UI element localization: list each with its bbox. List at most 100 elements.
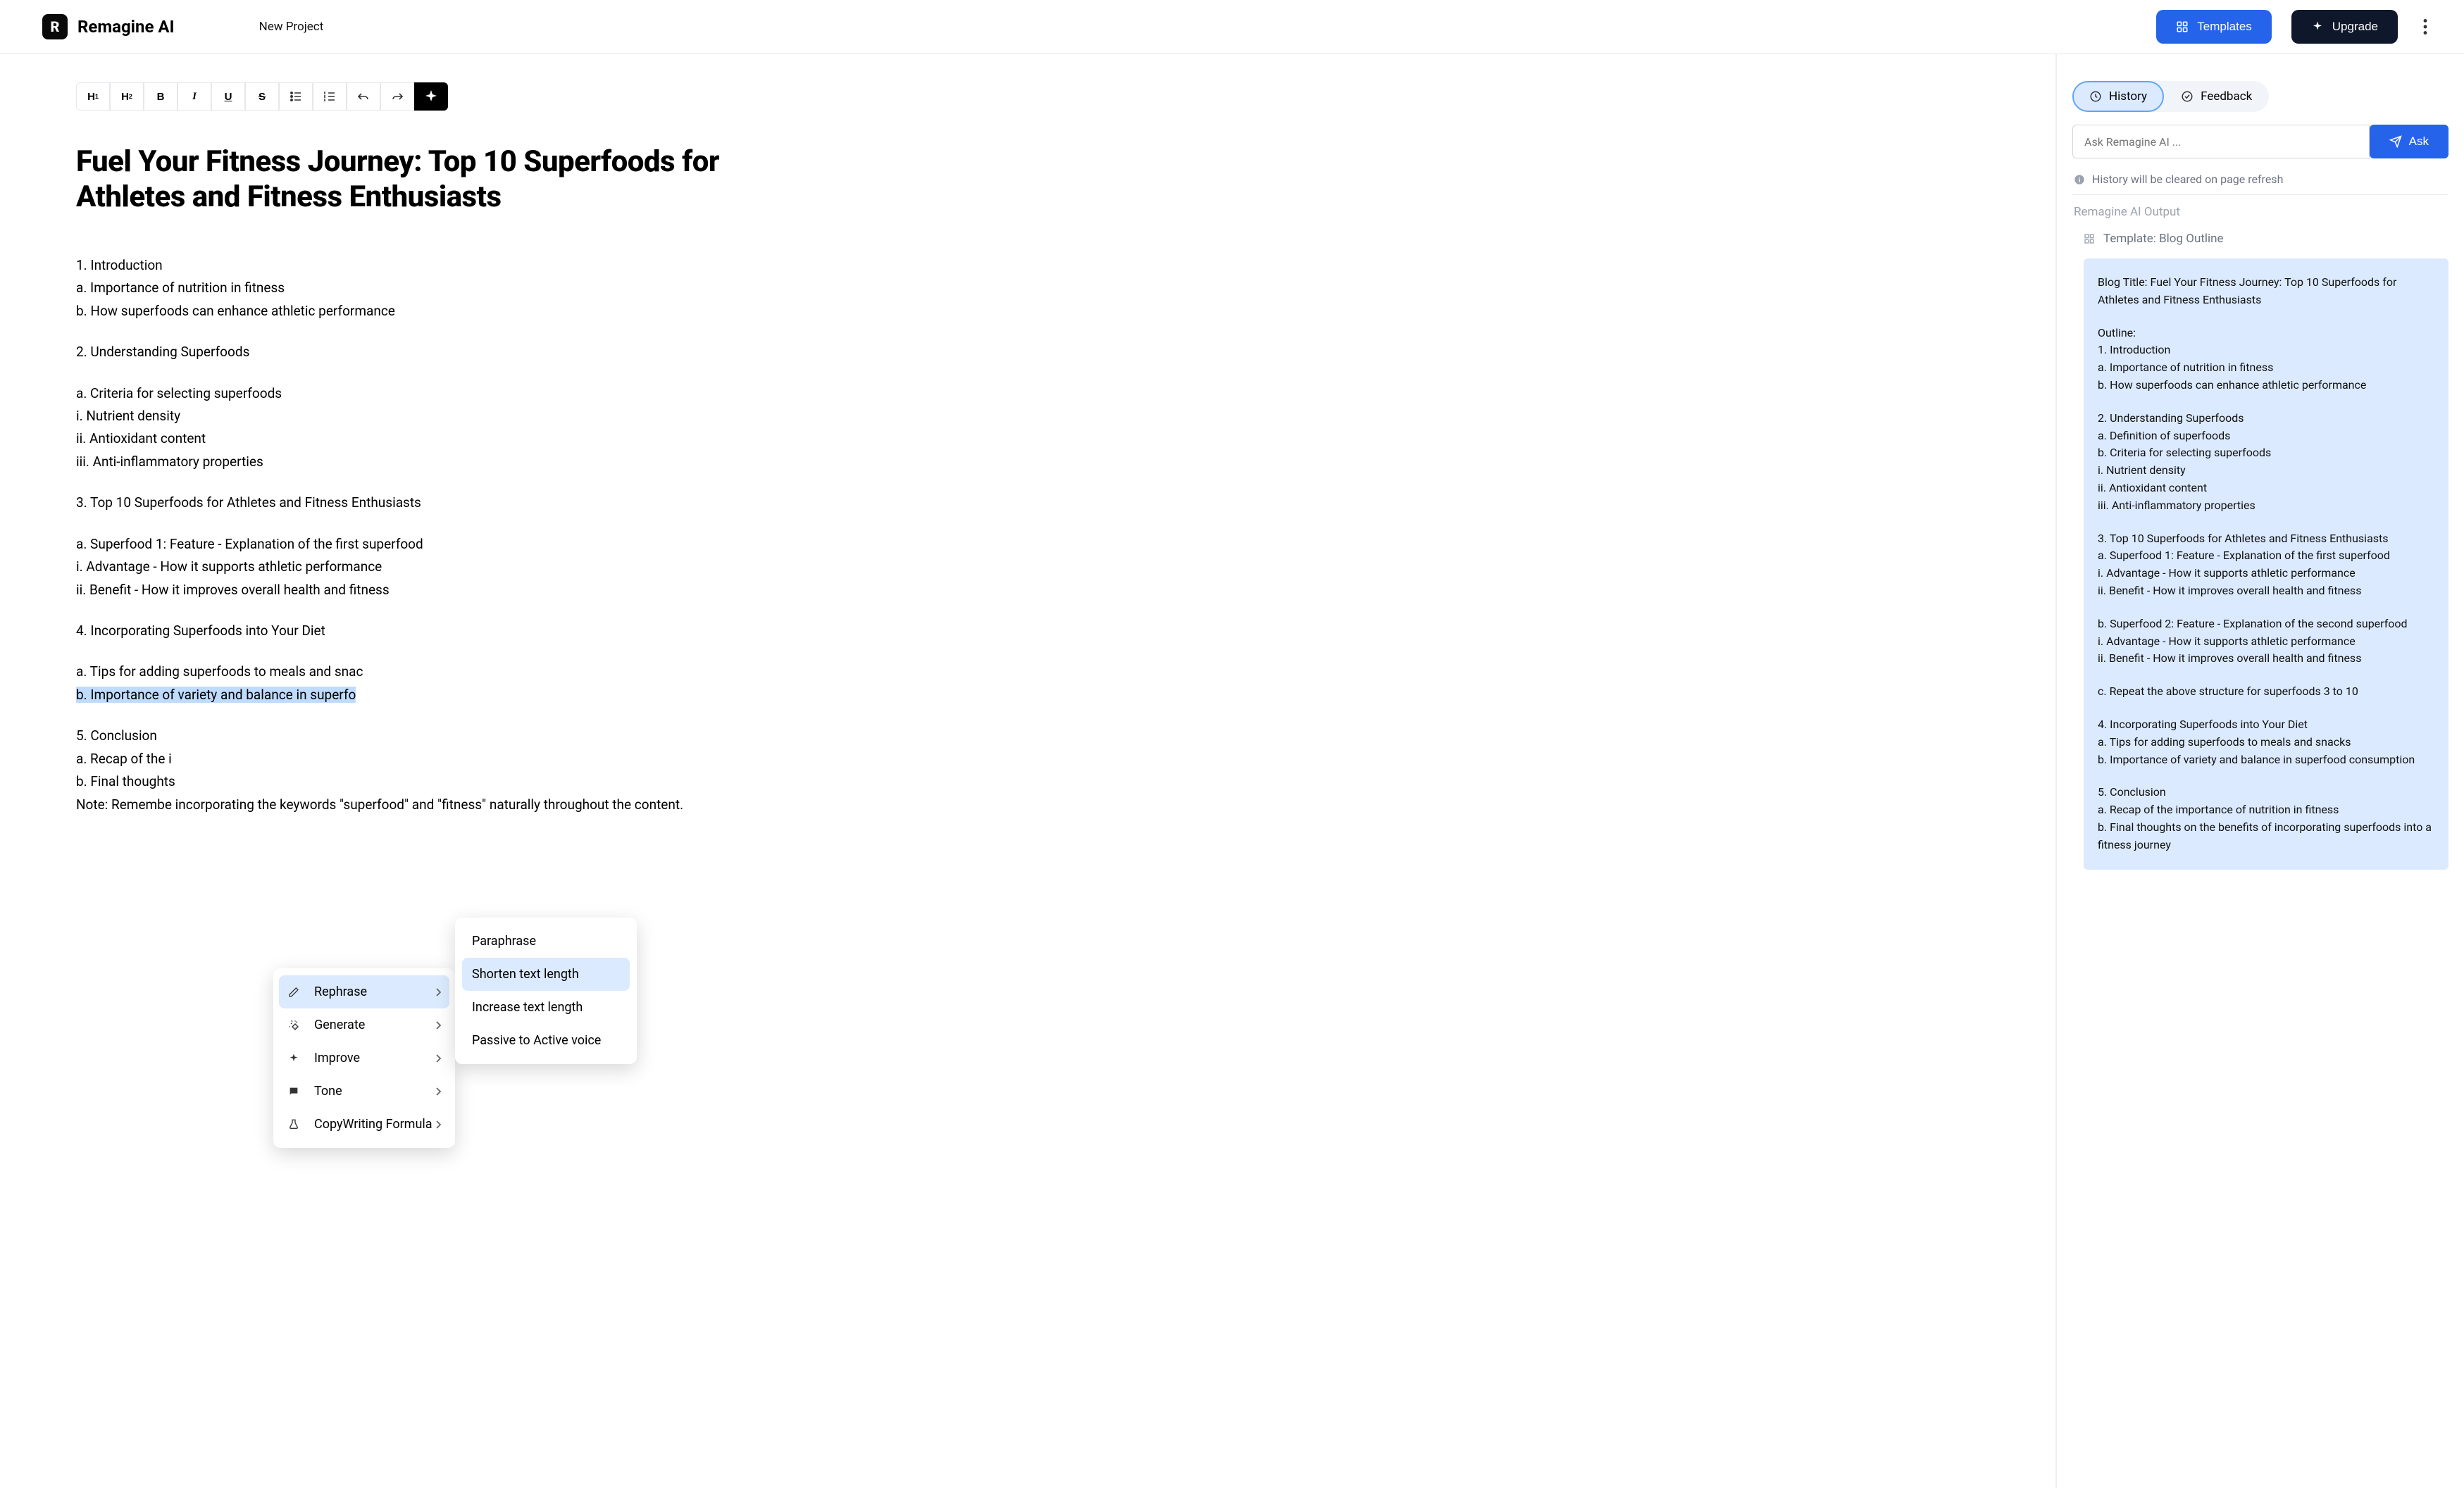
doc-line[interactable]: a. Criteria for selecting superfoods [76,383,816,404]
check-circle-icon [2181,90,2194,103]
submenu-paraphrase[interactable]: Paraphrase [462,925,630,958]
chevron-right-icon [435,1120,441,1129]
submenu-shorten[interactable]: Shorten text length [462,958,630,991]
header-left: R Remagine AI New Project [42,14,323,39]
context-label: Improve [314,1051,360,1065]
main: H1 H2 B I U S Fuel Your Fitness Journey:… [0,54,2464,1488]
doc-line[interactable]: a. Recap of the i [76,749,816,769]
doc-line[interactable]: b. How superfoods can enhance athletic p… [76,301,816,321]
send-icon [2389,135,2402,148]
submenu-increase[interactable]: Increase text length [462,991,630,1024]
doc-line[interactable]: a. Importance of nutrition in fitness [76,277,816,298]
output-line: ii. Antioxidant content [2098,480,2434,497]
doc-line[interactable]: ii. Antioxidant content [76,428,816,449]
bullet-list-button[interactable] [279,82,313,111]
doc-line[interactable]: Note: Remembe incorporating the keywords… [76,794,816,815]
strike-button[interactable]: S [245,82,279,111]
flask-icon [287,1119,300,1130]
output-line: i. Advantage - How it supports athletic … [2098,633,2434,651]
output-line: b. Superfood 2: Feature - Explanation of… [2098,615,2434,633]
template-row: Template: Blog Outline [2084,232,2449,246]
pencil-icon [287,987,300,998]
context-label: Rephrase [314,984,367,999]
context-generate[interactable]: Generate [273,1008,455,1042]
h2-button[interactable]: H2 [110,82,144,111]
upgrade-button[interactable]: Upgrade [2291,10,2398,44]
ai-button[interactable] [414,82,448,111]
upgrade-label: Upgrade [2332,20,2378,34]
output-line: a. Definition of superfoods [2098,427,2434,445]
output-line: b. How superfoods can enhance athletic p… [2098,377,2434,394]
templates-label: Templates [2197,20,2251,34]
project-name[interactable]: New Project [259,20,324,34]
bold-button[interactable]: B [144,82,178,111]
sparkle-icon [2311,20,2324,33]
output-line: a. Superfood 1: Feature - Explanation of… [2098,547,2434,565]
output-line: i. Nutrient density [2098,462,2434,480]
sidebar: History Feedback Ask i History will be c… [2055,54,2464,1488]
doc-line[interactable]: ii. Benefit - How it improves overall he… [76,580,816,600]
context-rephrase[interactable]: Rephrase [279,975,449,1008]
output-line: 3. Top 10 Superfoods for Athletes and Fi… [2098,530,2434,548]
doc-line[interactable]: b. Final thoughts [76,771,816,792]
logo-icon: R [42,14,68,39]
italic-button[interactable]: I [178,82,211,111]
output-line: 5. Conclusion [2098,784,2434,801]
chevron-right-icon [435,988,441,996]
more-menu-icon[interactable] [2418,19,2433,35]
ask-button[interactable]: Ask [2370,125,2449,158]
context-label: Tone [314,1084,342,1099]
context-label: Generate [314,1018,365,1032]
doc-line[interactable]: i. Nutrient density [76,406,816,426]
output-label: Remagine AI Output [2072,194,2449,232]
output-line: a. Recap of the importance of nutrition … [2098,801,2434,819]
grid-icon [2176,20,2189,33]
output-line: b. Final thoughts on the benefits of inc… [2098,819,2434,854]
ask-input[interactable] [2072,125,2370,158]
chevron-right-icon [435,1054,441,1063]
history-note: i History will be cleared on page refres… [2072,173,2449,186]
output-line: c. Repeat the above structure for superf… [2098,683,2434,701]
tab-label: History [2109,89,2147,104]
doc-line[interactable]: a. Tips for adding superfoods to meals a… [76,661,816,682]
context-improve[interactable]: Improve [273,1042,455,1075]
editor-panel: H1 H2 B I U S Fuel Your Fitness Journey:… [0,54,2055,1488]
chevron-right-icon [435,1021,441,1030]
output-line: Blog Title: Fuel Your Fitness Journey: T… [2098,274,2434,309]
header-right: Templates Upgrade [2156,10,2433,44]
logo[interactable]: R Remagine AI [42,14,175,39]
output-line: 1. Introduction [2098,342,2434,359]
output-content[interactable]: Blog Title: Fuel Your Fitness Journey: T… [2084,258,2449,870]
output-line: ii. Benefit - How it improves overall he… [2098,582,2434,600]
output-card: Template: Blog Outline Blog Title: Fuel … [2072,232,2449,884]
ask-label: Ask [2409,135,2429,149]
doc-line[interactable]: a. Superfood 1: Feature - Explanation of… [76,534,816,554]
tab-feedback[interactable]: Feedback [2164,81,2269,112]
doc-line[interactable]: 3. Top 10 Superfoods for Athletes and Fi… [76,492,816,513]
doc-line[interactable]: 1. Introduction [76,255,816,275]
tab-history[interactable]: History [2072,81,2164,112]
sidebar-tabs: History Feedback [2072,81,2449,112]
document-body[interactable]: 1. Introductiona. Importance of nutritio… [76,255,816,815]
document-title[interactable]: Fuel Your Fitness Journey: Top 10 Superf… [76,144,766,215]
context-tone[interactable]: Tone [273,1075,455,1108]
h1-button[interactable]: H1 [76,82,110,111]
history-note-text: History will be cleared on page refresh [2092,173,2283,186]
redo-button[interactable] [380,82,414,111]
doc-line[interactable]: 2. Understanding Superfoods [76,342,816,362]
doc-line[interactable]: i. Advantage - How it supports athletic … [76,556,816,577]
doc-line[interactable]: 4. Incorporating Superfoods into Your Di… [76,620,816,641]
output-line: a. Tips for adding superfoods to meals a… [2098,734,2434,751]
context-menu: Rephrase Generate Improve [273,968,455,1148]
templates-button[interactable]: Templates [2156,10,2271,44]
undo-button[interactable] [347,82,380,111]
underline-button[interactable]: U [211,82,245,111]
context-copywriting[interactable]: CopyWriting Formula [273,1108,455,1141]
ordered-list-button[interactable] [313,82,347,111]
doc-line[interactable]: iii. Anti-inflammatory properties [76,451,816,472]
doc-line[interactable]: b. Importance of variety and balance in … [76,684,816,705]
tab-label: Feedback [2201,89,2252,104]
submenu-passive-active[interactable]: Passive to Active voice [462,1024,630,1057]
template-icon [2084,233,2095,244]
doc-line[interactable]: 5. Conclusion [76,725,816,746]
